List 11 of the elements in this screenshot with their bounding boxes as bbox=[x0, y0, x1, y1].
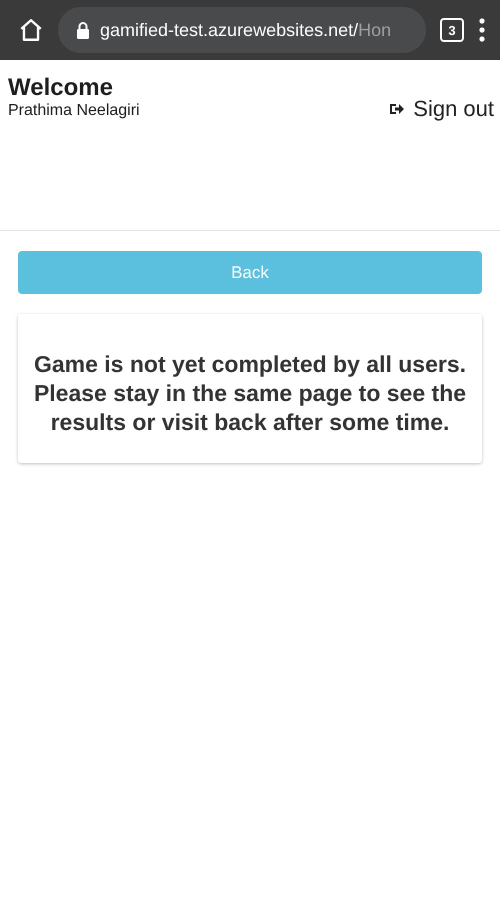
sign-out-icon bbox=[389, 102, 406, 116]
address-bar[interactable]: gamified-test.azurewebsites.net/Hon bbox=[58, 7, 426, 53]
home-icon[interactable] bbox=[18, 17, 44, 43]
url-text: gamified-test.azurewebsites.net/Hon bbox=[100, 20, 392, 40]
lock-icon bbox=[76, 21, 90, 39]
status-message: Game is not yet completed by all users. Please stay in the same page to see the results or visit back after some time. bbox=[34, 351, 466, 435]
menu-icon[interactable] bbox=[478, 18, 486, 42]
sign-out-link[interactable]: Sign out bbox=[389, 96, 494, 122]
tab-count-button[interactable]: 3 bbox=[440, 18, 464, 42]
user-name: Prathima Neelagiri bbox=[8, 102, 140, 120]
welcome-title: Welcome bbox=[8, 74, 114, 102]
